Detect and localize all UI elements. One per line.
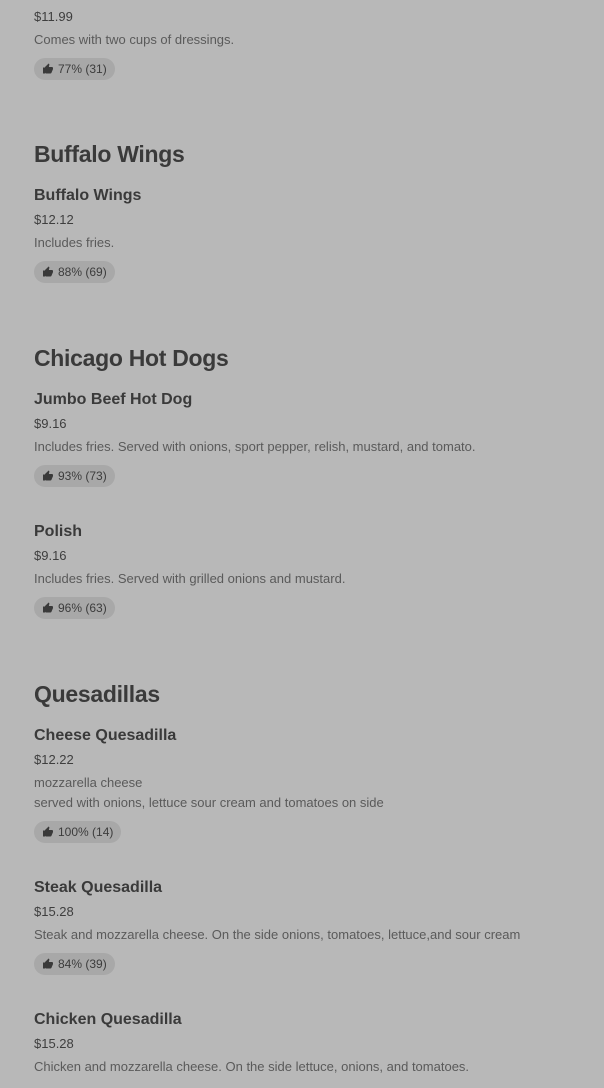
rating-text: 84% (39) (58, 957, 107, 971)
section-title: Buffalo Wings (34, 141, 185, 167)
item-price: $12.12 (34, 212, 74, 227)
item-name: Cheese Quesadilla (34, 727, 177, 744)
item-description-line: served with onions, lettuce sour cream a… (34, 795, 384, 810)
rating-text: 96% (63) (58, 601, 107, 615)
item-description: Includes fries. Served with grilled onio… (34, 571, 346, 586)
menu-item[interactable]: Polish $9.16 Includes fries. Served with… (34, 522, 594, 619)
item-price: $9.16 (34, 416, 67, 431)
item-price: $9.16 (34, 548, 67, 563)
thumbs-up-icon (43, 602, 53, 613)
item-description: Includes fries. (34, 235, 115, 250)
thumbs-up-icon (43, 958, 53, 969)
section-title: Quesadillas (34, 681, 160, 707)
item-description: Chicken and mozzarella cheese. On the si… (34, 1059, 470, 1074)
menu-item[interactable]: Buffalo Wings $12.12 Includes fries. 88%… (34, 186, 141, 283)
rating-badge: 77% (31) (34, 58, 115, 80)
rating-badge: 88% (69) (34, 261, 115, 283)
menu-item[interactable]: Jumbo Beef Hot Dog $9.16 Includes fries.… (34, 390, 594, 487)
item-price: $11.99 (34, 9, 73, 24)
item-description: Comes with two cups of dressings. (34, 32, 235, 47)
item-description: mozzarella cheese (34, 775, 143, 790)
item-price: $15.28 (34, 904, 74, 919)
item-name: Buffalo Wings (34, 187, 142, 204)
rating-text: 77% (31) (58, 62, 107, 76)
menu-item[interactable]: $11.99 Comes with two cups of dressings.… (34, 8, 234, 80)
rating-badge: 96% (63) (34, 597, 115, 619)
rating-text: 100% (14) (58, 825, 114, 839)
section-title: Chicago Hot Dogs (34, 345, 229, 371)
thumbs-up-icon (43, 470, 53, 481)
item-price: $12.22 (34, 752, 74, 767)
item-name: Jumbo Beef Hot Dog (34, 391, 193, 408)
rating-badge: 93% (73) (34, 465, 115, 487)
rating-badge: 100% (14) (34, 821, 122, 843)
item-name: Polish (34, 523, 83, 540)
menu-item[interactable]: Steak Quesadilla $15.28 Steak and mozzar… (34, 878, 594, 975)
item-description: Steak and mozzarella cheese. On the side… (34, 927, 521, 942)
menu-item[interactable]: Chicken Quesadilla $15.28 Chicken and mo… (34, 1010, 594, 1077)
thumbs-up-icon (43, 63, 53, 74)
thumbs-up-icon (43, 826, 53, 837)
thumbs-up-icon (43, 266, 53, 277)
rating-text: 93% (73) (58, 469, 107, 483)
item-name: Chicken Quesadilla (34, 1011, 182, 1028)
rating-badge: 84% (39) (34, 953, 115, 975)
item-name: Steak Quesadilla (34, 879, 163, 896)
menu-item[interactable]: Cheese Quesadilla $12.22 mozzarella chee… (34, 726, 594, 843)
rating-text: 88% (69) (58, 265, 107, 279)
item-price: $15.28 (34, 1036, 74, 1051)
item-description: Includes fries. Served with onions, spor… (34, 439, 476, 454)
